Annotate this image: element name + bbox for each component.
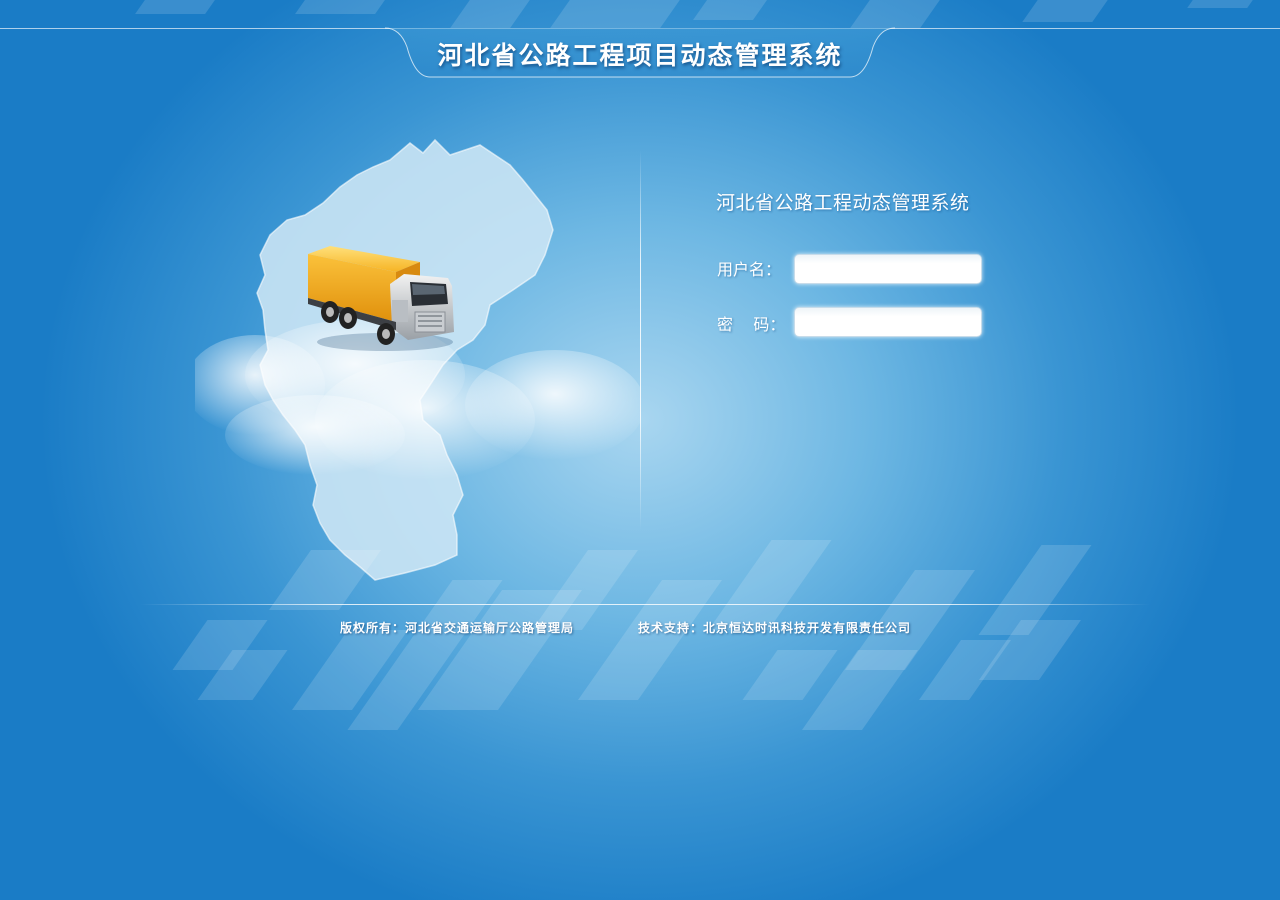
footer-decoration [0, 540, 1280, 740]
hebei-map-icon [195, 138, 640, 581]
footer-copyright: 版权所有：河北省交通运输厅公路管理局 [340, 621, 575, 635]
login-title: 河北省公路工程动态管理系统 [716, 192, 970, 214]
username-input[interactable] [794, 254, 982, 284]
vertical-divider [640, 150, 641, 530]
username-label: 用户名： [717, 260, 782, 279]
footer-line [140, 604, 1150, 605]
password-input[interactable] [794, 307, 982, 337]
system-title: 河北省公路工程项目动态管理系统 [437, 41, 843, 70]
login-page: 河北省公路工程项目动态管理系统 河北省公路工程动态管理系统 用户名： 密 码： … [0, 0, 1280, 900]
footer-support: 技术支持：北京恒达时讯科技开发有限责任公司 [638, 621, 912, 635]
header-decoration [0, 0, 1280, 28]
password-label: 密 码： [717, 315, 786, 334]
truck-icon [308, 246, 454, 351]
